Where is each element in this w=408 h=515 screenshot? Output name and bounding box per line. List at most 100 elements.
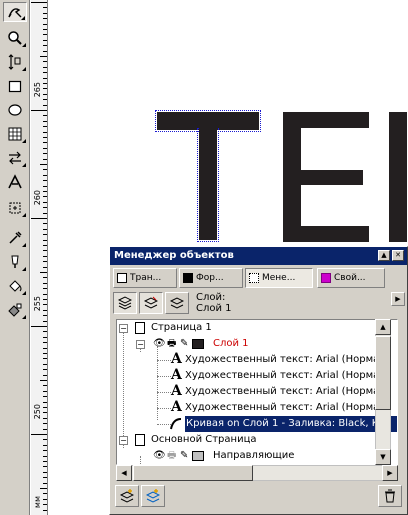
ruler-tick	[43, 40, 47, 41]
ruler-tick	[43, 18, 47, 19]
letter-t-stem[interactable]	[199, 128, 217, 240]
connector-tool-icon[interactable]	[3, 148, 27, 168]
ruler-tick	[43, 196, 47, 197]
eye-icon[interactable]: 👁	[153, 448, 166, 464]
tab-shaping[interactable]: Фор...	[179, 268, 243, 288]
tree-row-object[interactable]: A Художественный текст: Arial (Норма	[117, 383, 397, 400]
layer-manager-view-icon[interactable]	[165, 292, 189, 314]
eye-icon[interactable]: 👁	[153, 336, 166, 352]
collapse-icon[interactable]: −	[119, 436, 128, 445]
zoom-tool-icon[interactable]	[3, 28, 27, 48]
letter-e-middle-bar[interactable]	[283, 170, 363, 185]
scroll-right-icon[interactable]: ▶	[382, 465, 398, 481]
tree-row-layer1[interactable]: − 👁 🖶 ✎ Слой 1	[117, 336, 397, 352]
printer-icon[interactable]: 🖶	[167, 448, 176, 464]
object-manager-title: Менеджер объектов	[114, 250, 234, 261]
new-layer-icon[interactable]	[115, 485, 139, 507]
ruler-tick	[43, 61, 47, 62]
tab-label: Фор...	[196, 273, 224, 283]
ruler-tick	[43, 121, 47, 122]
tree-row-master-page[interactable]: − Основной Страница	[117, 432, 397, 448]
pencil-icon[interactable]: ✎	[180, 448, 188, 464]
ruler-tick	[43, 94, 47, 95]
ruler-tick	[43, 353, 47, 354]
ruler-tick	[43, 418, 47, 419]
page-icon	[135, 434, 145, 446]
ellipse-tool-icon[interactable]	[3, 100, 27, 120]
ruler-tick	[43, 256, 47, 257]
tree-row-curve[interactable]: Кривая on Слой 1 - Заливка: Black, К	[117, 416, 397, 432]
ruler-tick	[43, 72, 47, 73]
tree-row-object[interactable]: A Художественный текст: Arial (Норма	[117, 351, 397, 368]
collapse-icon[interactable]: ▲	[378, 250, 390, 261]
ruler-unit-label: мм	[33, 496, 42, 509]
new-master-layer-icon[interactable]	[141, 485, 165, 507]
freehand-tool-icon[interactable]	[3, 52, 27, 72]
next-letter-stem[interactable]	[389, 112, 407, 242]
ruler-tick	[40, 164, 47, 165]
horizontal-scrollbar[interactable]: ◀ ▶	[116, 465, 398, 481]
ruler-tick	[43, 504, 47, 505]
collapse-icon[interactable]: −	[119, 324, 128, 333]
graph-paper-tool-icon[interactable]	[3, 124, 27, 144]
layer-name: Слой 1	[213, 338, 249, 349]
interactive-tool-icon[interactable]	[3, 198, 27, 218]
ruler-tick	[43, 348, 47, 349]
scroll-thumb[interactable]	[133, 465, 253, 481]
vertical-scrollbar[interactable]: ▲ ▼	[375, 319, 391, 465]
ruler-tick	[43, 105, 47, 106]
ruler-tick	[43, 88, 47, 89]
ruler-tick	[43, 483, 47, 484]
ruler-tick	[43, 180, 47, 181]
close-icon[interactable]: ✕	[392, 250, 404, 261]
ruler-tick	[43, 7, 47, 8]
pencil-icon[interactable]: ✎	[180, 336, 188, 352]
ruler-tick	[43, 78, 47, 79]
scroll-down-icon[interactable]: ▼	[375, 449, 391, 465]
flyout-arrow-icon[interactable]: ▶	[391, 292, 405, 306]
rectangle-tool-icon[interactable]	[3, 76, 27, 96]
tree-row-guides[interactable]: 👁 🖶 ✎ Направляющие	[117, 448, 397, 464]
show-properties-icon[interactable]	[113, 292, 137, 314]
tree-row-object[interactable]: A Художественный текст: Arial (Норма	[117, 367, 397, 384]
text-tool-icon[interactable]	[3, 172, 27, 192]
ruler-tick	[43, 240, 47, 241]
ruler-tick	[43, 229, 47, 230]
layer-color-swatch[interactable]	[192, 339, 204, 349]
eyedropper-tool-icon[interactable]	[3, 228, 27, 248]
tab-label: Тран...	[130, 273, 162, 283]
ruler-tick	[43, 13, 47, 14]
fill-tool-icon[interactable]	[3, 276, 27, 296]
tree-row-page1[interactable]: − Страница 1	[117, 320, 397, 336]
ruler-tick	[43, 342, 47, 343]
tab-transform[interactable]: Тран...	[113, 268, 177, 288]
scroll-up-icon[interactable]: ▲	[375, 319, 391, 335]
ruler-tick	[31, 2, 47, 3]
toolbox	[0, 0, 30, 515]
ruler-tick	[43, 175, 47, 176]
ruler-tick	[43, 369, 47, 370]
edit-across-layers-icon[interactable]	[139, 292, 163, 314]
ruler-tick	[43, 115, 47, 116]
tree-row-object[interactable]: A Художественный текст: Arial (Норма	[117, 399, 397, 416]
layer-color-swatch[interactable]	[192, 451, 204, 461]
tab-label: Мене...	[262, 273, 296, 283]
printer-icon[interactable]: 🖶	[167, 336, 176, 352]
ruler-tick	[43, 429, 47, 430]
letter-e-top-bar[interactable]	[283, 112, 369, 128]
tab-properties[interactable]: Свой...	[317, 268, 385, 288]
tab-object-manager[interactable]: Мене...	[245, 268, 313, 288]
current-layer-info: Слой: Слой 1	[196, 292, 232, 314]
ruler-tick	[43, 45, 47, 46]
scroll-thumb[interactable]	[375, 336, 391, 410]
object-manager-titlebar[interactable]: Менеджер объектов ▲ ✕	[110, 247, 407, 265]
scroll-left-icon[interactable]: ◀	[116, 465, 132, 481]
pick-tool-icon[interactable]	[3, 2, 27, 22]
ruler-tick	[43, 450, 47, 451]
letter-e-bottom-bar[interactable]	[283, 226, 369, 242]
outline-tool-icon[interactable]	[3, 252, 27, 272]
delete-icon[interactable]	[378, 485, 402, 507]
interactive-fill-tool-icon[interactable]	[3, 300, 27, 320]
ruler-tick	[43, 445, 47, 446]
collapse-icon[interactable]: −	[136, 340, 145, 349]
